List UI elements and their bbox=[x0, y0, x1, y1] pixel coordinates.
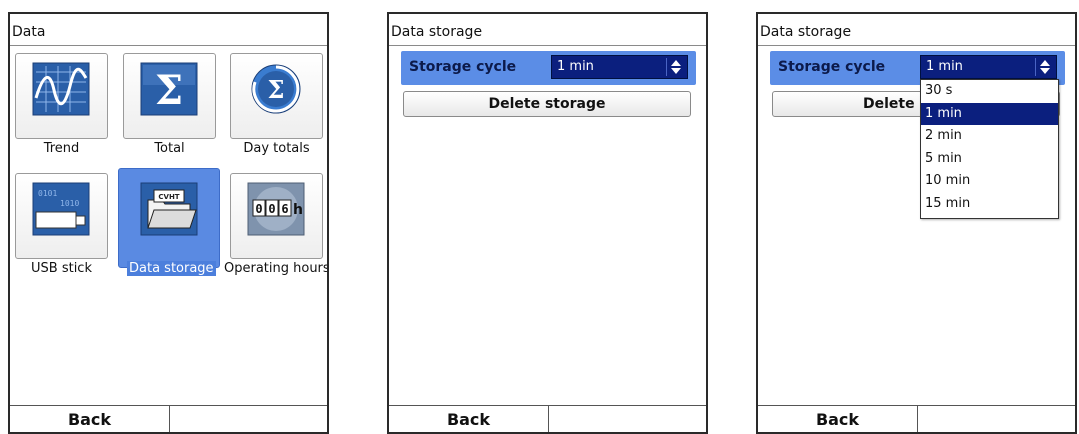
option-1min[interactable]: 1 min bbox=[921, 102, 1058, 125]
total-tile[interactable]: Σ bbox=[123, 53, 216, 139]
storage-cycle-row[interactable]: Storage cycle 1 min bbox=[401, 51, 696, 85]
hours-unit: h bbox=[293, 202, 303, 218]
title-divider bbox=[758, 45, 1075, 46]
operating-hours-tile[interactable]: 0 0 6 h bbox=[230, 173, 323, 259]
tile-label-trend: Trend bbox=[43, 141, 80, 156]
svg-text:CVHT: CVHT bbox=[158, 193, 179, 201]
option-15min[interactable]: 15 min bbox=[921, 193, 1058, 216]
screen-title: Data bbox=[12, 24, 46, 40]
updown-arrow-icon bbox=[1035, 58, 1054, 76]
softkey-bar: Back bbox=[10, 405, 327, 432]
storage-cycle-select[interactable]: 1 min bbox=[551, 55, 688, 79]
data-storage-screen: Data storage Storage cycle 1 min Delete … bbox=[387, 12, 708, 434]
tile-label-usb-stick: USB stick bbox=[31, 261, 92, 276]
softkey-bar: Back bbox=[758, 405, 1075, 432]
back-button[interactable]: Back bbox=[10, 406, 170, 432]
storage-cycle-dropdown: 30 s 1 min 2 min 5 min 10 min 15 min bbox=[920, 79, 1059, 219]
day-totals-tile[interactable]: Σ bbox=[230, 53, 323, 139]
tile-label-data-storage: Data storage bbox=[127, 261, 216, 276]
option-5min[interactable]: 5 min bbox=[921, 148, 1058, 171]
svg-text:0101: 0101 bbox=[38, 189, 57, 198]
data-menu-screen: Data Trend Σ Total Σ Day totals 0101 101… bbox=[8, 12, 329, 434]
title-divider bbox=[389, 45, 706, 46]
option-2min[interactable]: 2 min bbox=[921, 125, 1058, 148]
storage-cycle-label: Storage cycle bbox=[778, 59, 886, 75]
trend-tile[interactable] bbox=[15, 53, 108, 139]
right-softkey[interactable] bbox=[550, 406, 706, 432]
option-10min[interactable]: 10 min bbox=[921, 170, 1058, 193]
storage-cycle-select[interactable]: 1 min bbox=[920, 55, 1057, 79]
data-storage-icon: CVHT bbox=[140, 182, 198, 236]
day-totals-icon: Σ bbox=[251, 64, 301, 114]
screen-title: Data storage bbox=[391, 24, 483, 40]
data-storage-dropdown-screen: Data storage Storage cycle 1 min Delete … bbox=[756, 12, 1077, 434]
tile-label-operating-hours: Operating hours bbox=[224, 261, 329, 276]
updown-arrow-icon bbox=[666, 58, 685, 76]
softkey-bar: Back bbox=[389, 405, 706, 432]
back-button[interactable]: Back bbox=[758, 406, 918, 432]
data-storage-tile[interactable]: CVHT bbox=[118, 168, 220, 268]
storage-cycle-value: 1 min bbox=[926, 59, 963, 74]
operating-hours-icon: 0 0 6 h bbox=[247, 182, 305, 236]
usb-stick-icon: 0101 1010 bbox=[32, 182, 90, 236]
svg-text:1010: 1010 bbox=[60, 199, 79, 208]
option-30s[interactable]: 30 s bbox=[921, 80, 1058, 103]
tile-label-total: Total bbox=[154, 141, 185, 156]
trend-icon bbox=[32, 62, 90, 116]
sigma-icon: Σ bbox=[140, 62, 198, 116]
tile-label-day-totals: Day totals bbox=[243, 141, 310, 156]
svg-text:6: 6 bbox=[281, 202, 288, 216]
delete-storage-button[interactable]: Delete storage bbox=[403, 91, 691, 117]
usb-stick-tile[interactable]: 0101 1010 bbox=[15, 173, 108, 259]
svg-text:0: 0 bbox=[255, 202, 262, 216]
right-softkey[interactable] bbox=[171, 406, 327, 432]
back-button[interactable]: Back bbox=[389, 406, 549, 432]
screen-title: Data storage bbox=[760, 24, 852, 40]
storage-cycle-label: Storage cycle bbox=[409, 59, 517, 75]
svg-text:Σ: Σ bbox=[155, 67, 183, 114]
svg-text:0: 0 bbox=[268, 202, 275, 216]
svg-text:Σ: Σ bbox=[268, 75, 285, 104]
storage-cycle-value: 1 min bbox=[557, 59, 594, 74]
title-divider bbox=[10, 45, 327, 46]
right-softkey[interactable] bbox=[919, 406, 1075, 432]
